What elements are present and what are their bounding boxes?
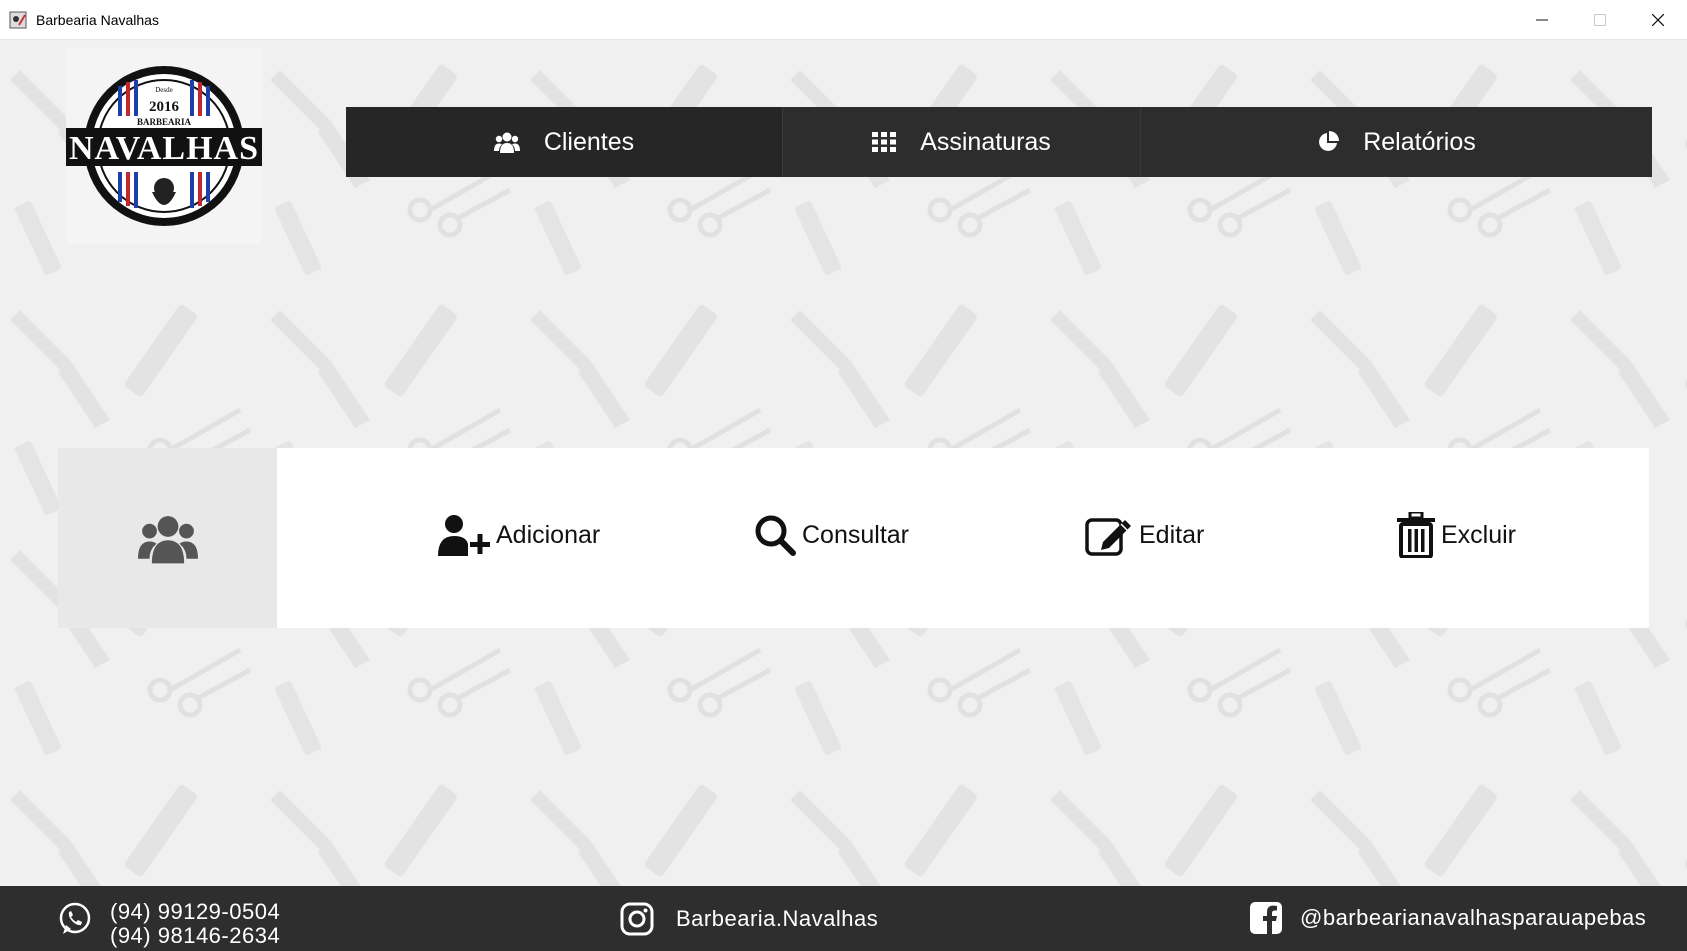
adicionar-button[interactable]: Adicionar bbox=[438, 514, 600, 556]
main-area: Desde 2016 BARBEARIA NAVALHAS Clientes A… bbox=[0, 40, 1687, 886]
instagram-handle: Barbearia.Navalhas bbox=[676, 906, 879, 931]
top-navigation: Clientes Assinaturas Relatórios bbox=[346, 107, 1652, 177]
minimize-icon bbox=[1536, 19, 1548, 21]
consultar-label: Consultar bbox=[802, 520, 909, 549]
grid-icon bbox=[872, 132, 897, 152]
maximize-icon bbox=[1594, 14, 1606, 26]
svg-text:2016: 2016 bbox=[149, 99, 180, 115]
title-bar: Barbearia Navalhas bbox=[0, 0, 1687, 40]
facebook-icon bbox=[1250, 902, 1282, 934]
whatsapp-icon bbox=[58, 902, 92, 936]
edit-icon bbox=[1085, 518, 1131, 556]
close-icon bbox=[1652, 14, 1664, 26]
nav-clientes-label: Clientes bbox=[543, 127, 635, 156]
nav-assinaturas-label: Assinaturas bbox=[920, 127, 1051, 156]
actions-panel: Adicionar Consultar Editar Excluir bbox=[277, 448, 1649, 628]
facebook-link[interactable]: @barbearianavalhasparauapebas bbox=[1250, 902, 1646, 934]
phone-number-1: (94) 99129-0504 bbox=[110, 899, 281, 924]
phone-numbers: (94) 99129-0504 (94) 98146-2634 bbox=[110, 900, 280, 948]
svg-text:Desde: Desde bbox=[155, 86, 173, 94]
section-icon-panel bbox=[58, 448, 278, 628]
adicionar-label: Adicionar bbox=[496, 520, 601, 549]
nav-clientes-button[interactable]: Clientes bbox=[346, 107, 782, 177]
excluir-label: Excluir bbox=[1441, 520, 1517, 549]
editar-button[interactable]: Editar bbox=[1085, 514, 1204, 556]
facebook-handle: @barbearianavalhasparauapebas bbox=[1300, 905, 1647, 930]
logo: Desde 2016 BARBEARIA NAVALHAS bbox=[66, 48, 262, 244]
consultar-button[interactable]: Consultar bbox=[754, 514, 909, 556]
svg-text:BARBEARIA: BARBEARIA bbox=[137, 117, 192, 127]
maximize-button[interactable] bbox=[1571, 0, 1629, 40]
search-icon bbox=[755, 515, 796, 556]
pie-chart-icon bbox=[1319, 131, 1340, 151]
minimize-button[interactable] bbox=[1513, 0, 1571, 40]
users-icon bbox=[138, 516, 198, 564]
instagram-icon bbox=[620, 902, 654, 936]
user-plus-icon bbox=[438, 515, 490, 556]
nav-relatorios-label: Relatórios bbox=[1363, 127, 1476, 156]
window-title: Barbearia Navalhas bbox=[36, 11, 159, 28]
nav-relatorios-button[interactable]: Relatórios bbox=[1140, 107, 1652, 177]
svg-text:NAVALHAS: NAVALHAS bbox=[69, 130, 259, 167]
phone-number-2: (94) 98146-2634 bbox=[110, 923, 281, 948]
users-icon bbox=[493, 132, 520, 153]
trash-icon bbox=[1397, 512, 1435, 558]
close-button[interactable] bbox=[1629, 0, 1687, 40]
footer: (94) 99129-0504 (94) 98146-2634 Barbeari… bbox=[0, 886, 1687, 951]
nav-assinaturas-button[interactable]: Assinaturas bbox=[782, 107, 1140, 177]
excluir-button[interactable]: Excluir bbox=[1397, 512, 1516, 558]
app-icon bbox=[8, 10, 28, 30]
instagram-link[interactable]: Barbearia.Navalhas bbox=[620, 902, 878, 936]
editar-label: Editar bbox=[1139, 520, 1205, 549]
